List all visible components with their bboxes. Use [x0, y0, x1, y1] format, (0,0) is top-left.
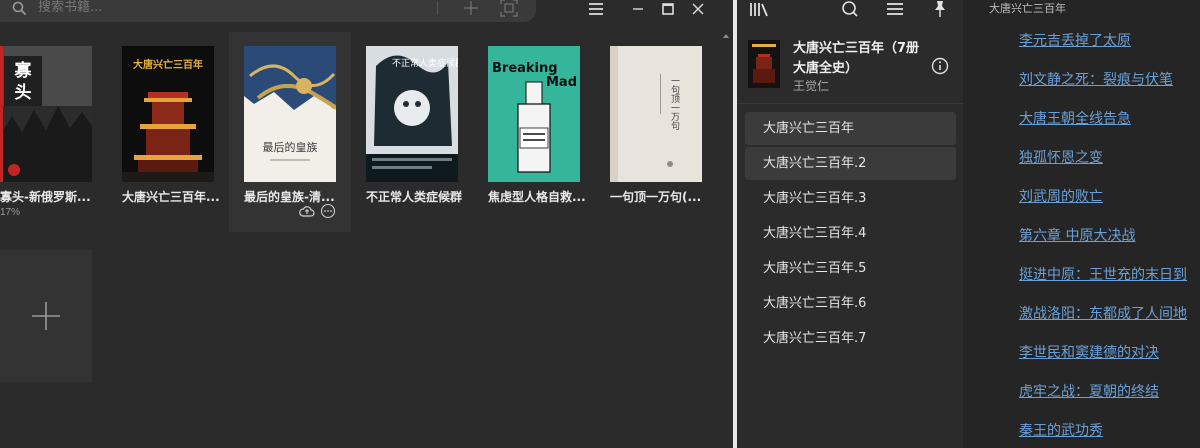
toc-item[interactable]: 大唐兴亡三百年.5 — [745, 252, 956, 285]
scroll-up-arrow-icon[interactable] — [722, 28, 730, 448]
cover-title: 不正常人类症候群 — [392, 57, 458, 69]
current-book-author: 王觉仁 — [793, 79, 830, 93]
library-toolbar — [0, 0, 733, 22]
cover-subtitle: 头 — [15, 83, 32, 103]
toc-item[interactable]: 大唐兴亡三百年 — [745, 112, 956, 145]
pin-icon[interactable] — [930, 0, 950, 18]
scan-icon[interactable] — [500, 0, 518, 17]
cover-title: 一句顶一万句 — [669, 76, 680, 131]
toc-pane: 大唐兴亡三百年（7册大唐全史） 王觉仁 大唐兴亡三百年 大唐兴亡三百年.2 大唐… — [737, 0, 963, 448]
search-input[interactable] — [38, 0, 418, 16]
chapter-list-pane: 大唐兴亡三百年 李元吉丢掉了太原 刘文静之死：裂痕与伏笔 大唐王朝全线告急 独孤… — [963, 0, 1200, 448]
chapter-link[interactable]: 虎牢之战：夏朝的终结 — [1019, 381, 1159, 401]
chapter-link[interactable]: 第六章 中原大决战 — [1019, 225, 1135, 245]
current-book-title: 大唐兴亡三百年（7册大唐全史） — [793, 41, 920, 76]
chapter-link[interactable]: 挺进中原：王世充的末日到 — [1019, 264, 1187, 284]
book-title: 大唐兴亡三百年... — [122, 190, 220, 204]
chapter-link[interactable]: 刘文静之死：裂痕与伏笔 — [1019, 69, 1173, 89]
toc-item[interactable]: 大唐兴亡三百年.6 — [745, 287, 956, 320]
app-window: 寡 头 寡头-新俄罗斯... 17% 大唐兴亡三百年 大唐兴 — [0, 0, 1200, 448]
maximize-icon[interactable] — [658, 0, 678, 18]
chapter-link[interactable]: 大唐王朝全线告急 — [1019, 108, 1131, 128]
search-divider — [437, 1, 438, 15]
cover-title: 寡 — [14, 60, 33, 81]
current-book-info: 大唐兴亡三百年（7册大唐全史） 王觉仁 — [737, 32, 963, 102]
add-book-icon[interactable] — [463, 0, 479, 16]
toc-item[interactable]: 大唐兴亡三百年.3 — [745, 182, 956, 215]
menu-icon[interactable] — [885, 0, 905, 18]
plus-icon — [32, 302, 60, 330]
book-cover: 寡 头 — [0, 46, 92, 182]
book-card[interactable]: 一句顶一万句 一句顶一万句(... — [595, 32, 717, 232]
book-cover: Breaking Mad — [488, 46, 580, 182]
book-title: 一句顶一万句(... — [610, 190, 702, 204]
chapter-link[interactable]: 刘武周的败亡 — [1019, 186, 1103, 206]
search-bar — [0, 0, 536, 22]
book-card[interactable]: 大唐兴亡三百年 大唐兴亡三百年... — [107, 32, 229, 232]
cover-word: Breaking — [492, 61, 558, 76]
chapter-link[interactable]: 激战洛阳：东都成了人间地 — [1019, 303, 1187, 323]
book-card[interactable]: 不正常人类症候群 不正常人类症候群 — [351, 32, 473, 232]
cover-word: Mad — [546, 75, 577, 90]
chapter-link[interactable]: 李元吉丢掉了太原 — [1019, 30, 1131, 50]
chapter-link[interactable]: 李世民和窦建德的对决 — [1019, 342, 1159, 362]
current-book-cover — [748, 40, 780, 88]
menu-icon[interactable] — [586, 0, 606, 18]
search-icon — [12, 1, 26, 15]
book-card[interactable]: 寡 头 寡头-新俄罗斯... 17% — [0, 32, 122, 232]
chapter-list-header: 大唐兴亡三百年 — [989, 2, 1066, 15]
bookshelf-icon[interactable] — [749, 0, 771, 18]
toc-item[interactable]: 大唐兴亡三百年.2 — [745, 147, 956, 180]
close-icon[interactable] — [688, 0, 708, 18]
add-book-tile[interactable] — [0, 250, 92, 382]
book-card[interactable]: Breaking Mad 焦虑型人格自救... — [473, 32, 595, 232]
info-icon[interactable] — [931, 57, 949, 75]
book-title: 寡头-新俄罗斯... — [0, 190, 91, 204]
book-title: 不正常人类症候群 — [366, 190, 463, 204]
search-icon[interactable] — [840, 0, 860, 18]
book-card[interactable]: 最后的皇族 最后的皇族-清... — [229, 32, 351, 232]
cloud-upload-icon[interactable] — [299, 204, 315, 218]
book-title: 焦虑型人格自救... — [488, 190, 586, 204]
library-pane: 寡 头 寡头-新俄罗斯... 17% 大唐兴亡三百年 大唐兴 — [0, 0, 733, 448]
book-cover: 大唐兴亡三百年 — [122, 46, 214, 182]
minimize-icon[interactable] — [628, 0, 648, 18]
chapter-link[interactable]: 秦王的武功秀 — [1019, 420, 1103, 440]
book-cover: 不正常人类症候群 — [366, 46, 458, 182]
toc-divider — [737, 103, 963, 104]
toc-item[interactable]: 大唐兴亡三百年.4 — [745, 217, 956, 250]
cover-title: 大唐兴亡三百年 — [133, 58, 203, 71]
book-cover: 一句顶一万句 — [610, 46, 702, 182]
toc-item[interactable]: 大唐兴亡三百年.7 — [745, 322, 956, 355]
book-cover: 最后的皇族 — [244, 46, 336, 182]
more-options-icon[interactable] — [320, 203, 336, 219]
book-progress: 17% — [0, 207, 21, 218]
cover-title: 最后的皇族 — [263, 140, 318, 154]
chapter-link[interactable]: 独孤怀恩之变 — [1019, 147, 1103, 167]
